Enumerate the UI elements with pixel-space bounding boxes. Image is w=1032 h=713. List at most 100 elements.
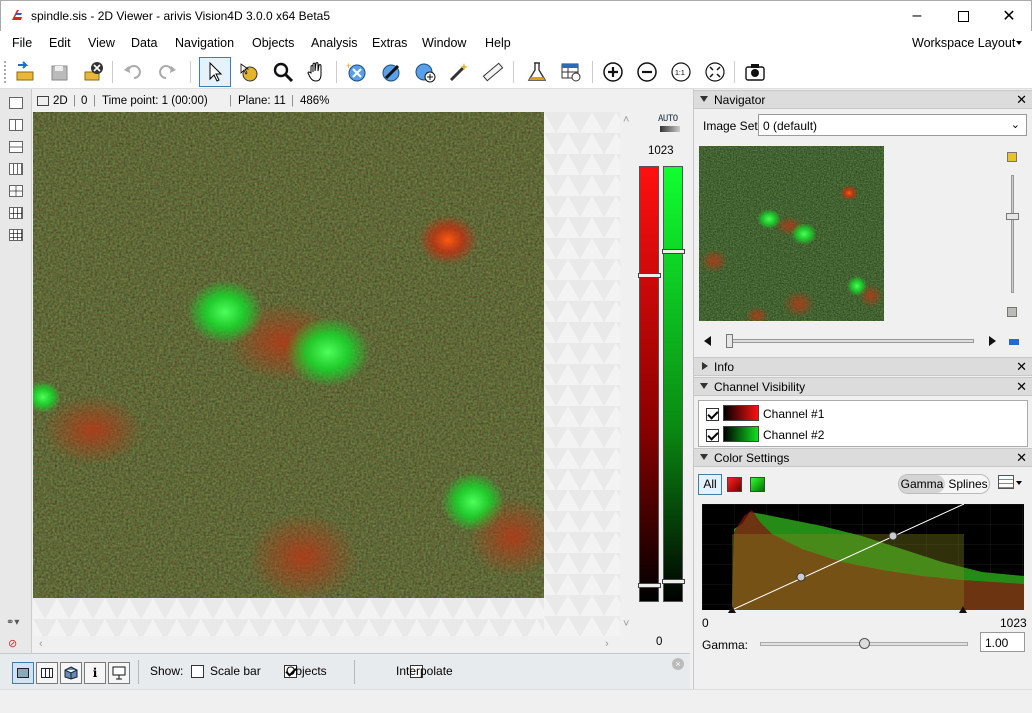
image-viewport[interactable] [33, 112, 620, 636]
scroll-right-icon[interactable]: › [605, 638, 609, 650]
navigator-zoom-handle[interactable] [1006, 213, 1019, 220]
image-set-dropdown[interactable]: 0 (default) ⌄ [758, 114, 1027, 136]
maximize-button[interactable] [940, 1, 986, 31]
green-max-handle[interactable] [662, 249, 685, 254]
measure-tool-button[interactable] [480, 59, 506, 85]
channel-1-color-swatch[interactable] [723, 405, 759, 421]
info-view-button[interactable]: i [84, 662, 106, 684]
previous-plane-icon[interactable] [704, 336, 711, 346]
zoom-actual-size-button[interactable]: 1:1 [668, 59, 694, 85]
info-panel-header[interactable]: Info ✕ [694, 357, 1032, 376]
layout-columns-icon[interactable] [9, 163, 23, 175]
close-panel-icon[interactable]: ✕ [1016, 359, 1027, 375]
magic-wand-button[interactable] [446, 59, 472, 85]
plane-slider-handle[interactable] [726, 334, 733, 348]
layout-split-horizontal-icon[interactable] [9, 141, 23, 153]
navigator-thumbnail[interactable] [699, 146, 884, 321]
menu-data[interactable]: Data [131, 36, 157, 50]
play-movie-icon[interactable] [1009, 339, 1019, 345]
menu-extras[interactable]: Extras [372, 36, 407, 50]
layout-grid-3x3-icon[interactable] [9, 229, 23, 241]
close-button[interactable]: ✕ [986, 1, 1032, 31]
channel-2-color-swatch[interactable] [723, 426, 759, 442]
splines-tab[interactable]: Splines [947, 475, 989, 493]
scroll-left-icon[interactable]: ‹ [39, 638, 43, 650]
gamma-tab[interactable]: Gamma [899, 475, 945, 493]
white-point-handle[interactable] [959, 606, 967, 613]
link-icon[interactable]: ⚭▾ [6, 617, 26, 628]
snapshot-button[interactable] [742, 59, 768, 85]
red-channel-range-slider[interactable] [638, 166, 661, 602]
menu-edit[interactable]: Edit [49, 36, 71, 50]
menu-objects[interactable]: Objects [252, 36, 294, 50]
zoom-in-button[interactable] [600, 59, 626, 85]
channel-row[interactable]: Channel #1 [699, 403, 1027, 424]
scroll-down-icon[interactable]: ˅ [623, 618, 629, 630]
vertical-scrollbar[interactable]: ˄ ˅ [620, 112, 634, 636]
next-plane-icon[interactable] [989, 336, 996, 346]
green-min-handle[interactable] [662, 579, 685, 584]
analysis-button[interactable] [524, 59, 550, 85]
channel-visibility-panel-header[interactable]: Channel Visibility ✕ [694, 377, 1032, 396]
close-document-button[interactable] [80, 59, 106, 85]
gamma-slider-handle[interactable] [859, 638, 870, 649]
layout-grid-2x2-icon[interactable] [9, 185, 23, 197]
color-settings-panel-header[interactable]: Color Settings ✕ [694, 448, 1032, 467]
workspace-layout-menu[interactable]: Workspace Layout [912, 36, 1015, 50]
presentation-view-button[interactable] [108, 662, 130, 684]
navigator-zoom-slider[interactable] [1006, 175, 1019, 293]
save-button[interactable] [46, 59, 72, 85]
microscopy-image[interactable] [33, 112, 544, 598]
layout-single-icon[interactable] [9, 97, 23, 109]
plane-slider[interactable] [726, 334, 974, 348]
green-channel-range-slider[interactable] [662, 166, 685, 602]
minimize-button[interactable]: – [894, 1, 940, 31]
close-panel-icon[interactable]: ✕ [1016, 379, 1027, 395]
histogram-chart[interactable] [702, 503, 1024, 611]
table-view-button[interactable] [558, 59, 584, 85]
menu-file[interactable]: File [12, 36, 32, 50]
zoom-out-button[interactable] [634, 59, 660, 85]
select-tool-button[interactable] [199, 57, 231, 87]
navigator-panel-header[interactable]: Navigator ✕ [694, 90, 1032, 109]
all-channels-button[interactable]: All [698, 474, 722, 495]
open-button[interactable] [12, 59, 38, 85]
channel-1-checkbox[interactable] [706, 408, 719, 422]
red-max-handle[interactable] [638, 273, 661, 278]
grow-tool-button[interactable] [412, 59, 438, 85]
unlink-icon[interactable]: ⊘ [8, 637, 22, 650]
zoom-out-nav-icon[interactable] [1007, 307, 1017, 317]
menu-window[interactable]: Window [422, 36, 466, 50]
black-point-handle[interactable] [728, 606, 736, 613]
scale-bar-checkbox[interactable] [191, 665, 204, 679]
pan-tool-button[interactable] [304, 59, 330, 85]
menu-view[interactable]: View [88, 36, 115, 50]
red-min-handle[interactable] [638, 583, 661, 588]
channel-1-select-button[interactable] [727, 477, 742, 492]
auto-range-button[interactable]: AUTO [658, 114, 678, 124]
channel-2-checkbox[interactable] [706, 429, 719, 443]
view-gallery-button[interactable] [36, 662, 58, 684]
gamma-slider[interactable] [760, 638, 968, 649]
horizontal-scrollbar[interactable]: ‹ › [33, 636, 620, 652]
channel-2-select-button[interactable] [750, 477, 765, 492]
brush-tool-button[interactable] [378, 59, 404, 85]
zoom-tool-button[interactable] [270, 59, 296, 85]
layout-grid-3x2-icon[interactable] [9, 207, 23, 219]
palette-menu-icon[interactable] [998, 475, 1014, 489]
zoom-fit-button[interactable] [702, 59, 728, 85]
menu-help[interactable]: Help [485, 36, 511, 50]
close-panel-icon[interactable]: ✕ [1016, 450, 1027, 466]
close-bar-icon[interactable]: × [672, 658, 684, 670]
scale-bar-label[interactable]: Scale bar [210, 664, 261, 678]
interpolate-label[interactable]: Interpolate [396, 664, 453, 678]
gamma-input[interactable]: 1.00 [980, 632, 1025, 652]
objects-label[interactable]: Objects [286, 664, 327, 678]
add-object-button[interactable]: + [343, 59, 369, 85]
undo-button[interactable] [120, 59, 146, 85]
object-tool-button[interactable] [236, 59, 262, 85]
channel-row[interactable]: Channel #2 [699, 424, 1027, 445]
scroll-up-icon[interactable]: ˄ [623, 114, 629, 126]
view-2d-button[interactable] [12, 662, 34, 684]
close-panel-icon[interactable]: ✕ [1016, 92, 1027, 108]
